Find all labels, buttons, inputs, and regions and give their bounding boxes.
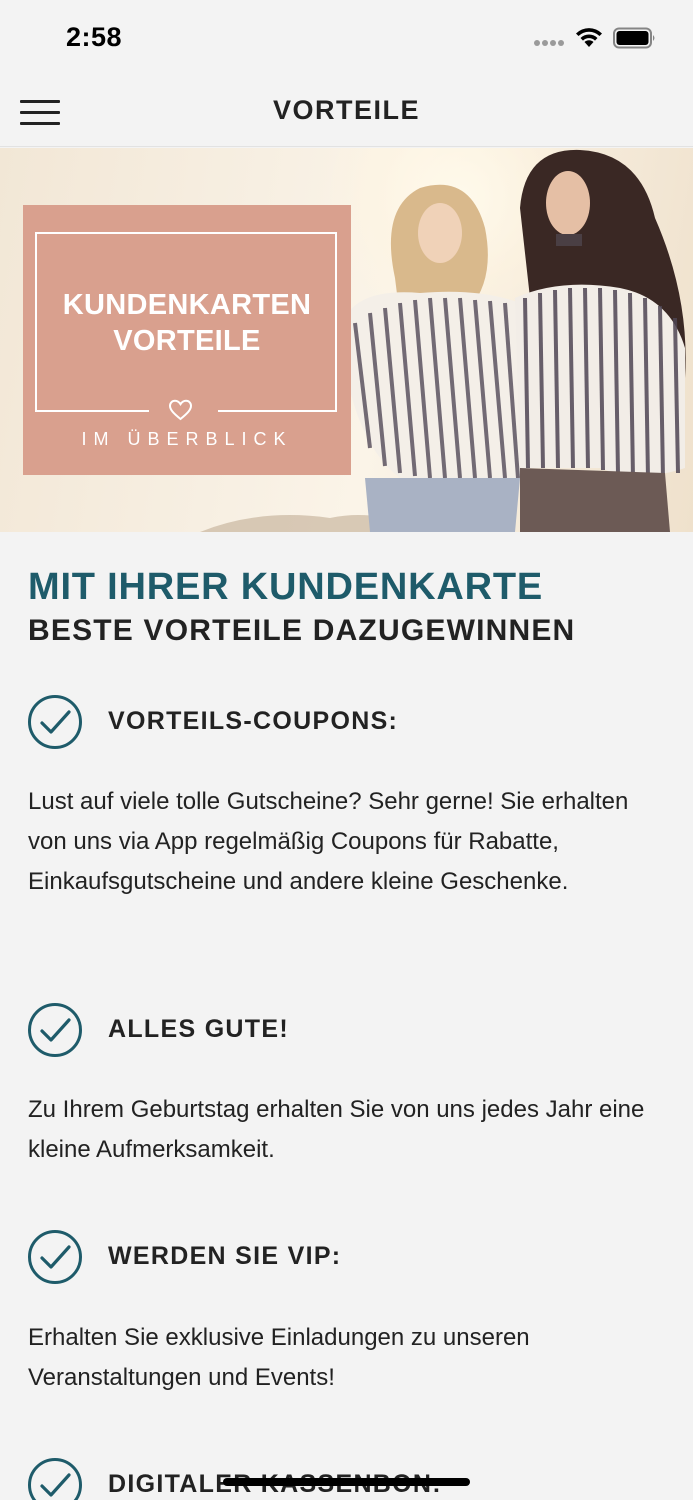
hero-title-line1: KUNDENKARTEN xyxy=(62,289,312,321)
benefit-title: WERDEN SIE VIP: xyxy=(108,1242,342,1270)
battery-icon xyxy=(613,27,655,49)
heart-icon xyxy=(168,399,193,421)
home-indicator[interactable] xyxy=(223,1478,470,1486)
check-circle-icon xyxy=(28,1003,82,1057)
hero-frame-line xyxy=(218,410,337,412)
hero-banner: KUNDENKARTEN VORTEILE IM ÜBERBLICK xyxy=(0,148,693,532)
check-circle-icon xyxy=(28,695,82,749)
hero-title-line2: VORTEILE xyxy=(113,325,261,357)
hero-subtitle: IM ÜBERBLICK xyxy=(81,429,293,449)
hero-frame-line xyxy=(35,410,149,412)
status-time: 2:58 xyxy=(66,22,123,52)
hero-title: KUNDENKARTEN VORTEILE xyxy=(23,287,351,359)
page-title: VORTEILE xyxy=(272,95,420,125)
nav-bar: VORTEILE xyxy=(0,75,693,147)
check-circle-icon xyxy=(28,1230,82,1284)
section-subheading: BESTE VORTEILE DAZUGEWINNEN xyxy=(28,614,576,647)
status-bar: 2:58 xyxy=(0,0,693,75)
benefit-title: ALLES GUTE! xyxy=(108,1015,289,1043)
wifi-icon xyxy=(576,28,602,47)
benefit-title: VORTEILS-COUPONS: xyxy=(108,707,399,735)
section-heading: MIT IHRER KUNDENKARTE xyxy=(28,566,544,608)
benefit-text: Zu Ihrem Geburtstag erhalten Sie von uns… xyxy=(28,1096,645,1163)
benefit-text: Erhalten Sie exklusive Einladungen zu un… xyxy=(28,1324,530,1391)
hero-badge: KUNDENKARTEN VORTEILE IM ÜBERBLICK xyxy=(23,205,351,475)
benefit-text: Lust auf viele tolle Gutscheine? Sehr ge… xyxy=(28,788,629,895)
signal-icon xyxy=(534,40,566,46)
check-circle-icon xyxy=(28,1458,82,1500)
